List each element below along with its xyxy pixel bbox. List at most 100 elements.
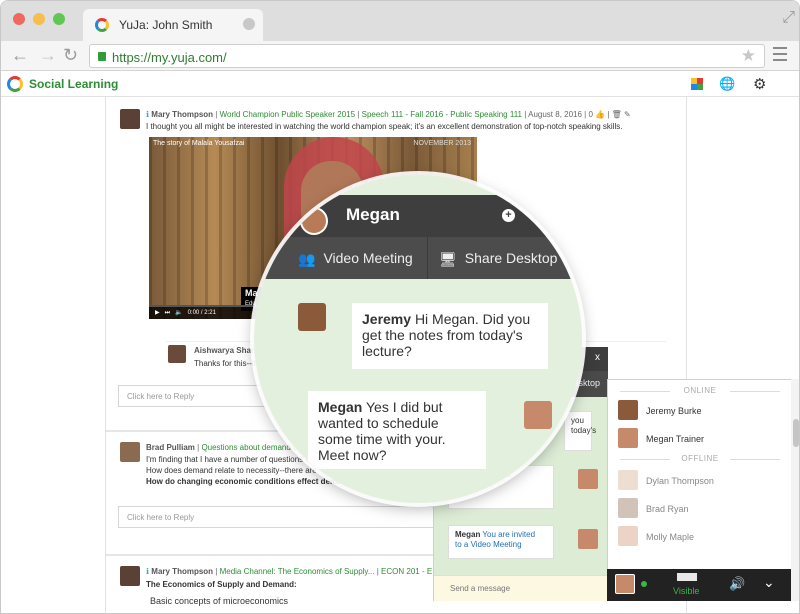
avatar xyxy=(524,401,552,429)
post-author[interactable]: Brad Pulliam xyxy=(146,443,195,452)
bookmark-star-icon[interactable]: ★ xyxy=(741,46,756,66)
comment-text: Thanks for this--it xyxy=(194,359,256,368)
post-tag[interactable]: Speech 111 - Fall 2016 - Public Speaking… xyxy=(362,110,522,119)
lock-icon xyxy=(98,52,106,61)
contact-molly-maple[interactable]: Molly Maple xyxy=(618,526,788,548)
avatar xyxy=(618,526,638,546)
post-meta: ℹ Mary Thompson | World Champion Public … xyxy=(146,110,631,119)
contact-megan-trainer[interactable]: Megan Trainer xyxy=(618,428,788,450)
contact-brad-ryan[interactable]: Brad Ryan xyxy=(618,498,788,520)
add-participant-icon[interactable]: + xyxy=(502,209,515,222)
contact-jeremy-burke[interactable]: Jeremy Burke xyxy=(618,400,788,422)
online-status-icon xyxy=(641,581,647,587)
address-bar[interactable]: https://my.yuja.com/ ★ xyxy=(89,44,765,68)
chat-close-button[interactable]: x xyxy=(595,352,600,363)
edit-icon[interactable]: ✎ xyxy=(624,110,631,119)
avatar xyxy=(618,428,638,448)
contact-dylan-thompson[interactable]: Dylan Thompson xyxy=(618,470,788,492)
browser-menu-icon[interactable] xyxy=(773,47,787,65)
social-learning-logo-icon xyxy=(7,76,23,92)
avatar xyxy=(120,566,140,586)
zoom-window-button[interactable] xyxy=(53,13,65,25)
people-icon: 👥 xyxy=(298,251,316,268)
video-time: 0:00 / 2:21 xyxy=(187,310,216,316)
post-line: How does demand relate to necessity--the… xyxy=(146,466,317,475)
tab-title: YuJa: John Smith xyxy=(119,18,213,32)
post-text: I thought you all might be interested in… xyxy=(146,122,623,131)
chat-contact-name: Megan xyxy=(346,205,400,224)
avatar xyxy=(168,345,186,363)
magnified-chat-header: Megan + xyxy=(254,195,582,237)
video-meeting-button[interactable]: 👥 Video Meeting xyxy=(284,237,428,279)
video-title: The story of Malala Yousafzai xyxy=(153,140,245,147)
post-meta: Brad Pulliam | Questions about demand c xyxy=(146,443,298,452)
status-toggle[interactable] xyxy=(677,573,697,581)
tab-close-icon[interactable] xyxy=(243,18,255,30)
url-text: https://my.yuja.com/ xyxy=(112,50,227,65)
avatar xyxy=(120,442,140,462)
volume-icon[interactable]: 🔈 xyxy=(175,310,182,316)
yuja-logo-icon xyxy=(95,18,109,32)
post-tag[interactable]: World Champion Public Speaker 2015 xyxy=(220,110,355,119)
avatar xyxy=(300,207,328,235)
post-title: The Economics of Supply and Demand: xyxy=(146,580,297,589)
avatar xyxy=(298,303,326,331)
navigation-bar: ← → ↻ https://my.yuja.com/ ★ xyxy=(1,41,799,71)
forward-arrow-icon[interactable]: → xyxy=(39,45,57,65)
post-line: Basic concepts of microeconomics xyxy=(150,596,289,606)
trash-icon[interactable]: 🗑 xyxy=(612,110,622,119)
avatar xyxy=(615,574,635,594)
reload-icon[interactable]: ↻ xyxy=(63,45,78,65)
offline-header: OFFLINE xyxy=(608,454,792,463)
monitor-icon: 🖥 xyxy=(439,251,457,268)
chat-message: Megan Yes I did but wanted to schedule s… xyxy=(308,391,486,469)
post-date: August 8, 2016 xyxy=(528,110,582,119)
status-bar: Visible 🔊 ⌄ xyxy=(607,569,791,601)
video-date: NOVEMBER 2013 xyxy=(413,140,471,147)
info-icon: ℹ xyxy=(146,110,150,119)
status-label[interactable]: Visible xyxy=(673,586,699,596)
browser-window: YuJa: John Smith ⤢ ← → ↻ https://my.yuja… xyxy=(0,0,800,614)
post-line: I'm finding that I have a number of ques… xyxy=(146,455,310,464)
info-icon: ℹ xyxy=(146,567,150,576)
collapse-chevron-icon[interactable]: ⌄ xyxy=(763,574,775,591)
avatar xyxy=(120,109,140,129)
globe-icon[interactable]: 🌐 xyxy=(719,76,735,92)
magnified-chat: Megan + 👥 Video Meeting 🖥 Share Desktop Je… xyxy=(254,175,582,503)
browser-tab[interactable]: YuJa: John Smith xyxy=(83,9,263,41)
back-arrow-icon[interactable]: ← xyxy=(11,45,29,65)
scrollbar[interactable] xyxy=(791,379,799,601)
grid-apps-icon[interactable] xyxy=(691,78,703,90)
avatar xyxy=(578,529,598,549)
thumbs-up-icon[interactable]: 👍 xyxy=(595,110,605,119)
share-desktop-button[interactable]: 🖥 Share Desktop xyxy=(429,237,582,279)
contacts-panel: ONLINE Jeremy Burke Megan Trainer OFFLIN… xyxy=(607,379,791,601)
avatar xyxy=(578,469,598,489)
post-line: How do changing economic conditions effe… xyxy=(146,477,352,486)
close-window-button[interactable] xyxy=(13,13,25,25)
share-desktop-button[interactable]: esktop xyxy=(573,378,600,388)
sound-icon[interactable]: 🔊 xyxy=(729,576,745,592)
chat-message: you today's xyxy=(564,411,596,451)
avatar xyxy=(618,400,638,420)
gear-icon[interactable]: ⚙ xyxy=(753,75,766,93)
play-icon[interactable]: ▶ xyxy=(155,310,160,316)
app-brand: Social Learning xyxy=(29,77,119,91)
skip-icon[interactable]: ⏭ xyxy=(165,310,170,316)
post-tag[interactable]: Questions about demand c xyxy=(201,443,297,452)
magnified-chat-toolbar: 👥 Video Meeting 🖥 Share Desktop xyxy=(254,237,582,279)
avatar xyxy=(618,498,638,518)
send-message-input[interactable]: Send a message xyxy=(434,575,608,601)
avatar xyxy=(618,470,638,490)
minimize-window-button[interactable] xyxy=(33,13,45,25)
title-bar: YuJa: John Smith ⤢ xyxy=(1,1,799,41)
post-author[interactable]: Mary Thompson xyxy=(151,110,213,119)
fullscreen-icon[interactable]: ⤢ xyxy=(782,9,795,27)
post-author[interactable]: Mary Thompson xyxy=(151,567,213,576)
like-count: 0 xyxy=(588,110,593,119)
online-header: ONLINE xyxy=(608,386,792,395)
post-tag[interactable]: Media Channel: The Economics of Supply..… xyxy=(220,567,375,576)
post-tag[interactable]: ECON 201 - E xyxy=(381,567,432,576)
comment-author[interactable]: Aishwarya Shan xyxy=(194,346,256,355)
chat-invite-message: Megan You are invited to a Video Meeting xyxy=(448,525,554,559)
